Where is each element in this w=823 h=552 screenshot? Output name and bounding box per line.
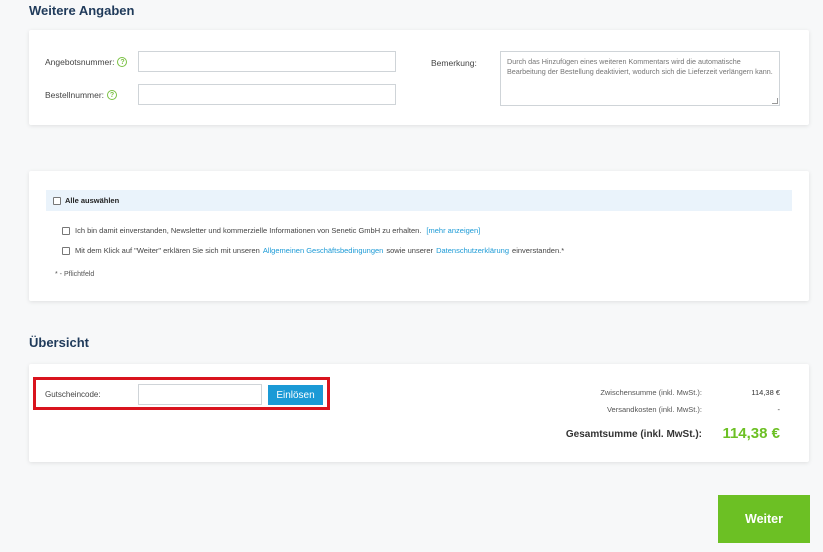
consents-card: Alle auswählen Ich bin damit einverstand…	[29, 171, 809, 301]
newsletter-consent-row: Ich bin damit einverstanden, Newsletter …	[62, 226, 480, 235]
remark-textarea[interactable]	[500, 51, 780, 106]
total-label: Gesamtsumme (inkl. MwSt.):	[565, 429, 702, 440]
redeem-button[interactable]: Einlösen	[268, 385, 323, 405]
subtotal-label: Zwischensumme (inkl. MwSt.):	[600, 388, 702, 397]
remark-label: Bemerkung:	[431, 58, 477, 68]
help-icon[interactable]: ?	[107, 90, 118, 100]
subtotal-value: 114,38 €	[751, 388, 780, 397]
privacy-link[interactable]: Datenschutzerklärung	[436, 246, 509, 255]
voucher-label: Gutscheincode:	[45, 390, 101, 399]
overview-title: Übersicht	[29, 335, 89, 350]
newsletter-checkbox[interactable]	[62, 226, 70, 235]
terms-suffix-text: einverstanden.*	[512, 246, 565, 255]
help-icon[interactable]: ?	[117, 57, 128, 67]
select-all-checkbox[interactable]	[53, 196, 61, 205]
resize-grip-icon[interactable]	[772, 98, 778, 104]
offer-number-input[interactable]	[138, 51, 396, 72]
newsletter-text: Ich bin damit einverstanden, Newsletter …	[75, 226, 422, 235]
terms-link[interactable]: Allgemeinen Geschäftsbedingungen	[263, 246, 384, 255]
overview-card: Gutscheincode: Einlösen Zwischensumme (i…	[29, 364, 809, 462]
required-note: * - Pflichtfeld	[55, 271, 95, 278]
shipping-label: Versandkosten (inkl. MwSt.):	[606, 405, 702, 414]
terms-consent-row: Mit dem Klick auf "Weiter" erklären Sie …	[62, 246, 564, 255]
remark-field-wrap	[500, 51, 780, 106]
terms-prefix-text: Mit dem Klick auf "Weiter" erklären Sie …	[75, 246, 260, 255]
select-all-label: Alle auswählen	[65, 196, 120, 205]
total-value: 114,38 €	[722, 425, 780, 442]
shipping-value: -	[777, 405, 781, 414]
voucher-input[interactable]	[138, 384, 262, 405]
order-number-label: Bestellnummer: ?	[45, 90, 118, 100]
order-number-label-text: Bestellnummer:	[45, 90, 105, 100]
offer-number-label-text: Angebotsnummer:	[45, 57, 115, 67]
offer-number-label: Angebotsnummer: ?	[45, 57, 128, 67]
order-number-input[interactable]	[138, 84, 396, 105]
terms-checkbox[interactable]	[62, 246, 70, 255]
more-info-link[interactable]: [mehr anzeigen]	[426, 226, 480, 235]
select-all-row[interactable]: Alle auswählen	[46, 190, 792, 211]
terms-middle-text: sowie unserer	[386, 246, 434, 255]
next-button[interactable]: Weiter	[718, 495, 810, 543]
additional-info-title: Weitere Angaben	[29, 3, 135, 18]
additional-info-card: Angebotsnummer: ? Bestellnummer: ? Bemer…	[29, 30, 809, 125]
